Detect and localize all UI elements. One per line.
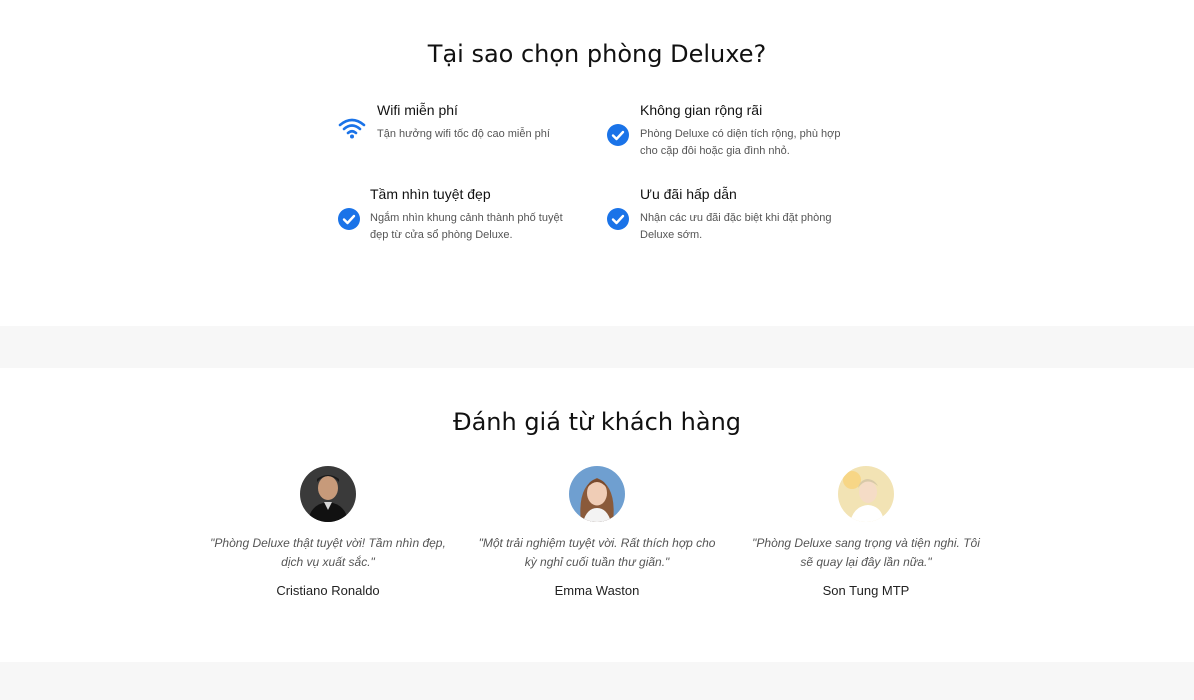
why-section: Tại sao chọn phòng Deluxe? Wifi miễn phí… (0, 0, 1194, 326)
reviews-title: Đánh giá từ khách hàng (452, 408, 742, 436)
section-divider (0, 662, 1194, 700)
why-title: Tại sao chọn phòng Deluxe? (427, 40, 767, 68)
reviews-section: Đánh giá từ khách hàng "Phòng Deluxe thậ… (0, 368, 1194, 662)
section-divider (0, 326, 1194, 368)
wifi-icon (338, 116, 366, 140)
reviewer-name: Cristiano Ronaldo (276, 583, 380, 598)
feature-title: Tầm nhìn tuyệt đẹp (370, 186, 491, 202)
feature-title: Không gian rộng rãi (640, 102, 763, 118)
feature-title: Ưu đãi hấp dẫn (640, 186, 737, 202)
feature-desc: Phòng Deluxe có diện tích rộng, phù hợp … (640, 128, 841, 157)
avatar (569, 466, 625, 522)
reviewer-name: Emma Waston (554, 583, 640, 598)
review-quote: "Phòng Deluxe sang trọng và tiện nghi. T… (752, 536, 980, 569)
feature-desc: Ngắm nhìn khung cảnh thành phố tuyệt đẹp… (370, 212, 563, 241)
feature-title: Wifi miễn phí (377, 102, 458, 118)
check-circle-icon (607, 208, 631, 232)
feature-desc: Tận hưởng wifi tốc độ cao miễn phí (377, 128, 550, 140)
review-quote: "Một trải nghiệm tuyệt vời. Rất thích hợ… (478, 536, 716, 569)
check-circle-icon (607, 124, 631, 148)
avatar (838, 466, 894, 522)
review-quote: "Phòng Deluxe thật tuyệt vời! Tầm nhìn đ… (210, 536, 446, 569)
avatar (300, 466, 356, 522)
check-circle-icon (338, 208, 362, 232)
feature-desc: Nhận các ưu đãi đặc biệt khi đặt phòng D… (640, 212, 832, 241)
reviewer-name: Son Tung MTP (822, 583, 910, 598)
